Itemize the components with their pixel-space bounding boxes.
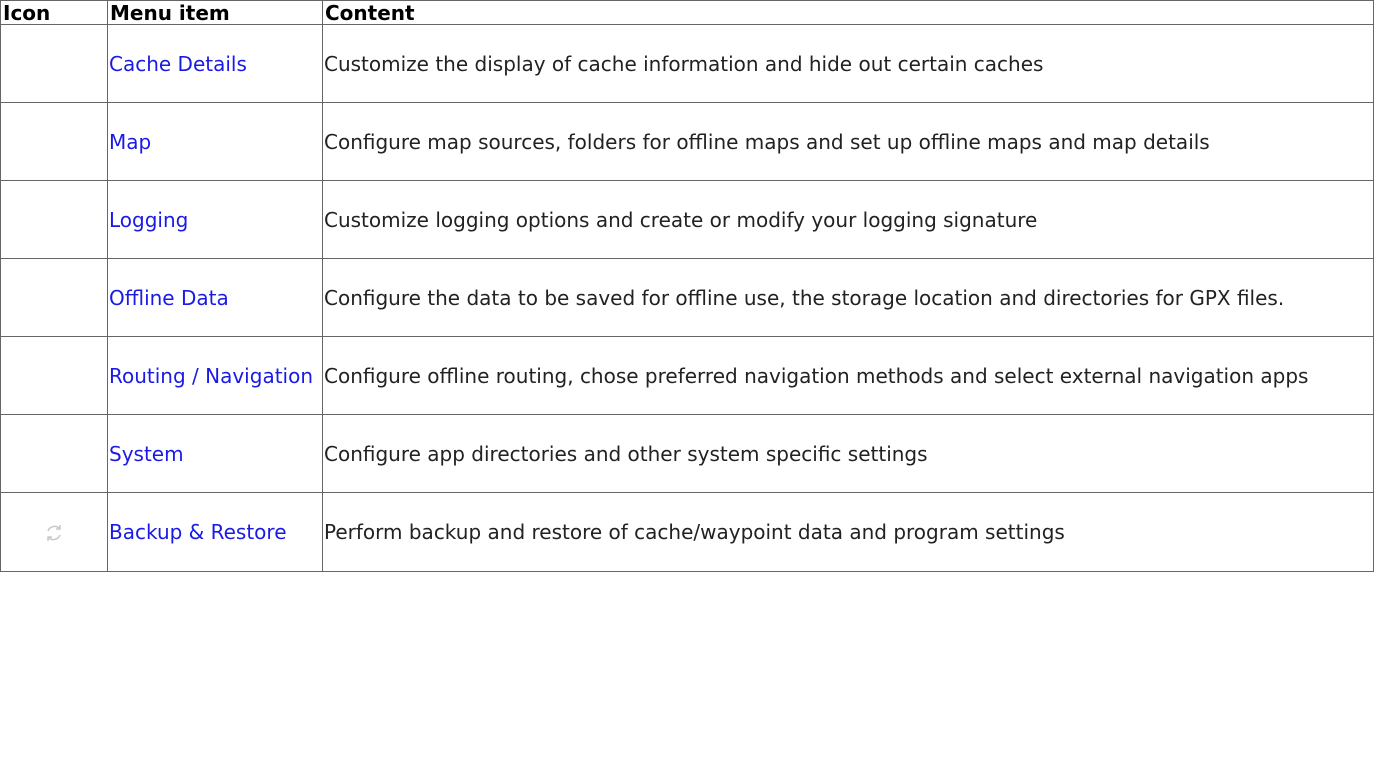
content-cell: Configure offline routing, chose preferr…	[322, 336, 1374, 415]
menu-item-cell: Routing / Navigation	[107, 336, 323, 415]
table-row: Map Configure map sources, folders for o…	[0, 102, 1374, 181]
menu-item-cell: Logging	[107, 180, 323, 259]
menu-link-logging[interactable]: Logging	[109, 208, 188, 232]
content-cell: Configure the data to be saved for offli…	[322, 258, 1374, 337]
icon-cell	[0, 492, 108, 572]
menu-link-offline-data[interactable]: Offline Data	[109, 286, 229, 310]
icon-cell	[0, 180, 108, 259]
table-row: Cache Details Customize the display of c…	[0, 24, 1374, 103]
menu-item-cell: Backup & Restore	[107, 492, 323, 572]
icon-cell	[0, 258, 108, 337]
menu-item-cell: System	[107, 414, 323, 493]
sync-icon	[47, 525, 61, 542]
table-row: Logging Customize logging options and cr…	[0, 180, 1374, 259]
table-row: Routing / Navigation Configure offline r…	[0, 336, 1374, 415]
menu-item-cell: Offline Data	[107, 258, 323, 337]
menu-link-cache-details[interactable]: Cache Details	[109, 52, 247, 76]
content-cell: Configure map sources, folders for offli…	[322, 102, 1374, 181]
menu-link-map[interactable]: Map	[109, 130, 151, 154]
icon-cell	[0, 102, 108, 181]
icon-cell	[0, 336, 108, 415]
menu-link-system[interactable]: System	[109, 442, 184, 466]
menu-item-cell: Cache Details	[107, 24, 323, 103]
menu-link-backup-restore[interactable]: Backup & Restore	[109, 520, 287, 544]
menu-item-cell: Map	[107, 102, 323, 181]
header-content: Content	[322, 0, 1374, 25]
content-cell: Customize logging options and create or …	[322, 180, 1374, 259]
content-cell: Customize the display of cache informati…	[322, 24, 1374, 103]
content-cell: Perform backup and restore of cache/wayp…	[322, 492, 1374, 572]
header-menu-item: Menu item	[107, 0, 323, 25]
table-row: Backup & Restore Perform backup and rest…	[0, 492, 1374, 572]
settings-menu-table: Icon Menu item Content Cache Details Cus…	[0, 0, 1374, 572]
table-header-row: Icon Menu item Content	[0, 0, 1374, 25]
content-cell: Configure app directories and other syst…	[322, 414, 1374, 493]
icon-cell	[0, 24, 108, 103]
icon-cell	[0, 414, 108, 493]
table-row: System Configure app directories and oth…	[0, 414, 1374, 493]
menu-link-routing-navigation[interactable]: Routing / Navigation	[109, 364, 313, 388]
table-row: Offline Data Configure the data to be sa…	[0, 258, 1374, 337]
header-icon: Icon	[0, 0, 108, 25]
